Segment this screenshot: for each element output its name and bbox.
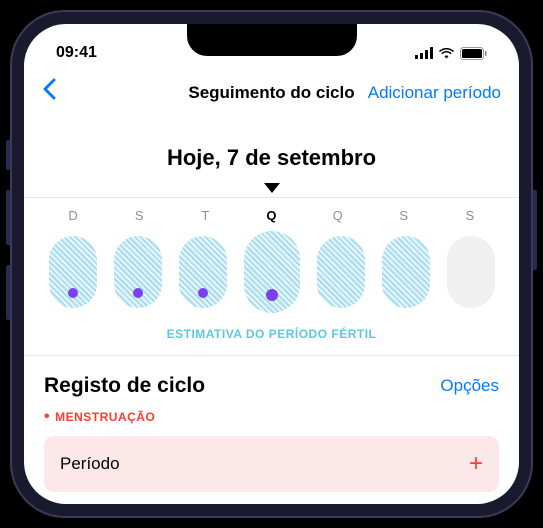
cycle-log-header: Registo de ciclo Opções bbox=[24, 356, 519, 404]
add-period-button[interactable]: Adicionar período bbox=[368, 83, 501, 103]
day-oval[interactable] bbox=[382, 236, 430, 308]
status-icons bbox=[415, 47, 487, 60]
fertile-window-label: ESTIMATIVA DO PERÍODO FÉRTIL bbox=[24, 321, 519, 356]
weekday-row: D S T Q Q S S bbox=[24, 197, 519, 223]
period-log-item[interactable]: Período + bbox=[44, 436, 499, 492]
log-dot-icon bbox=[68, 288, 78, 298]
log-dot-icon bbox=[198, 288, 208, 298]
battery-icon bbox=[460, 47, 487, 60]
screen: 09:41 Seguimento do ciclo Adicionar perí… bbox=[24, 24, 519, 504]
notch bbox=[187, 24, 357, 56]
day-oval[interactable] bbox=[317, 236, 365, 308]
day-label: S bbox=[379, 208, 429, 223]
day-oval[interactable] bbox=[447, 236, 495, 308]
day-label: S bbox=[445, 208, 495, 223]
cellular-icon bbox=[415, 47, 433, 59]
volume-down bbox=[6, 265, 10, 320]
day-oval[interactable] bbox=[114, 236, 162, 308]
cycle-log-title: Registo de ciclo bbox=[44, 374, 205, 398]
date-header: Hoje, 7 de setembro bbox=[24, 145, 519, 171]
day-label: D bbox=[48, 208, 98, 223]
back-icon[interactable] bbox=[42, 78, 56, 107]
phone-left-buttons bbox=[6, 140, 10, 340]
nav-title: Seguimento do ciclo bbox=[188, 83, 354, 103]
phone-frame: 09:41 Seguimento do ciclo Adicionar perí… bbox=[10, 10, 533, 518]
volume-up bbox=[6, 190, 10, 245]
day-oval[interactable] bbox=[49, 236, 97, 308]
options-button[interactable]: Opções bbox=[440, 376, 499, 396]
day-label: T bbox=[180, 208, 230, 223]
cycle-ovals-row[interactable] bbox=[24, 223, 519, 321]
power-button bbox=[533, 190, 537, 270]
period-label: Período bbox=[60, 454, 120, 474]
menstruation-label: MENSTRUAÇÃO bbox=[24, 404, 519, 436]
day-label: S bbox=[114, 208, 164, 223]
day-oval-today[interactable] bbox=[244, 231, 300, 313]
plus-icon[interactable]: + bbox=[469, 450, 483, 478]
log-dot-icon bbox=[266, 289, 278, 301]
silence-switch bbox=[6, 140, 10, 170]
day-label: Q bbox=[313, 208, 363, 223]
wifi-icon bbox=[438, 47, 455, 59]
log-dot-icon bbox=[133, 288, 143, 298]
day-label-today: Q bbox=[246, 208, 296, 223]
nav-bar: Seguimento do ciclo Adicionar período bbox=[24, 68, 519, 117]
status-time: 09:41 bbox=[56, 44, 97, 62]
today-indicator-icon bbox=[264, 183, 280, 193]
phone-right-buttons bbox=[533, 190, 537, 270]
day-oval[interactable] bbox=[179, 236, 227, 308]
